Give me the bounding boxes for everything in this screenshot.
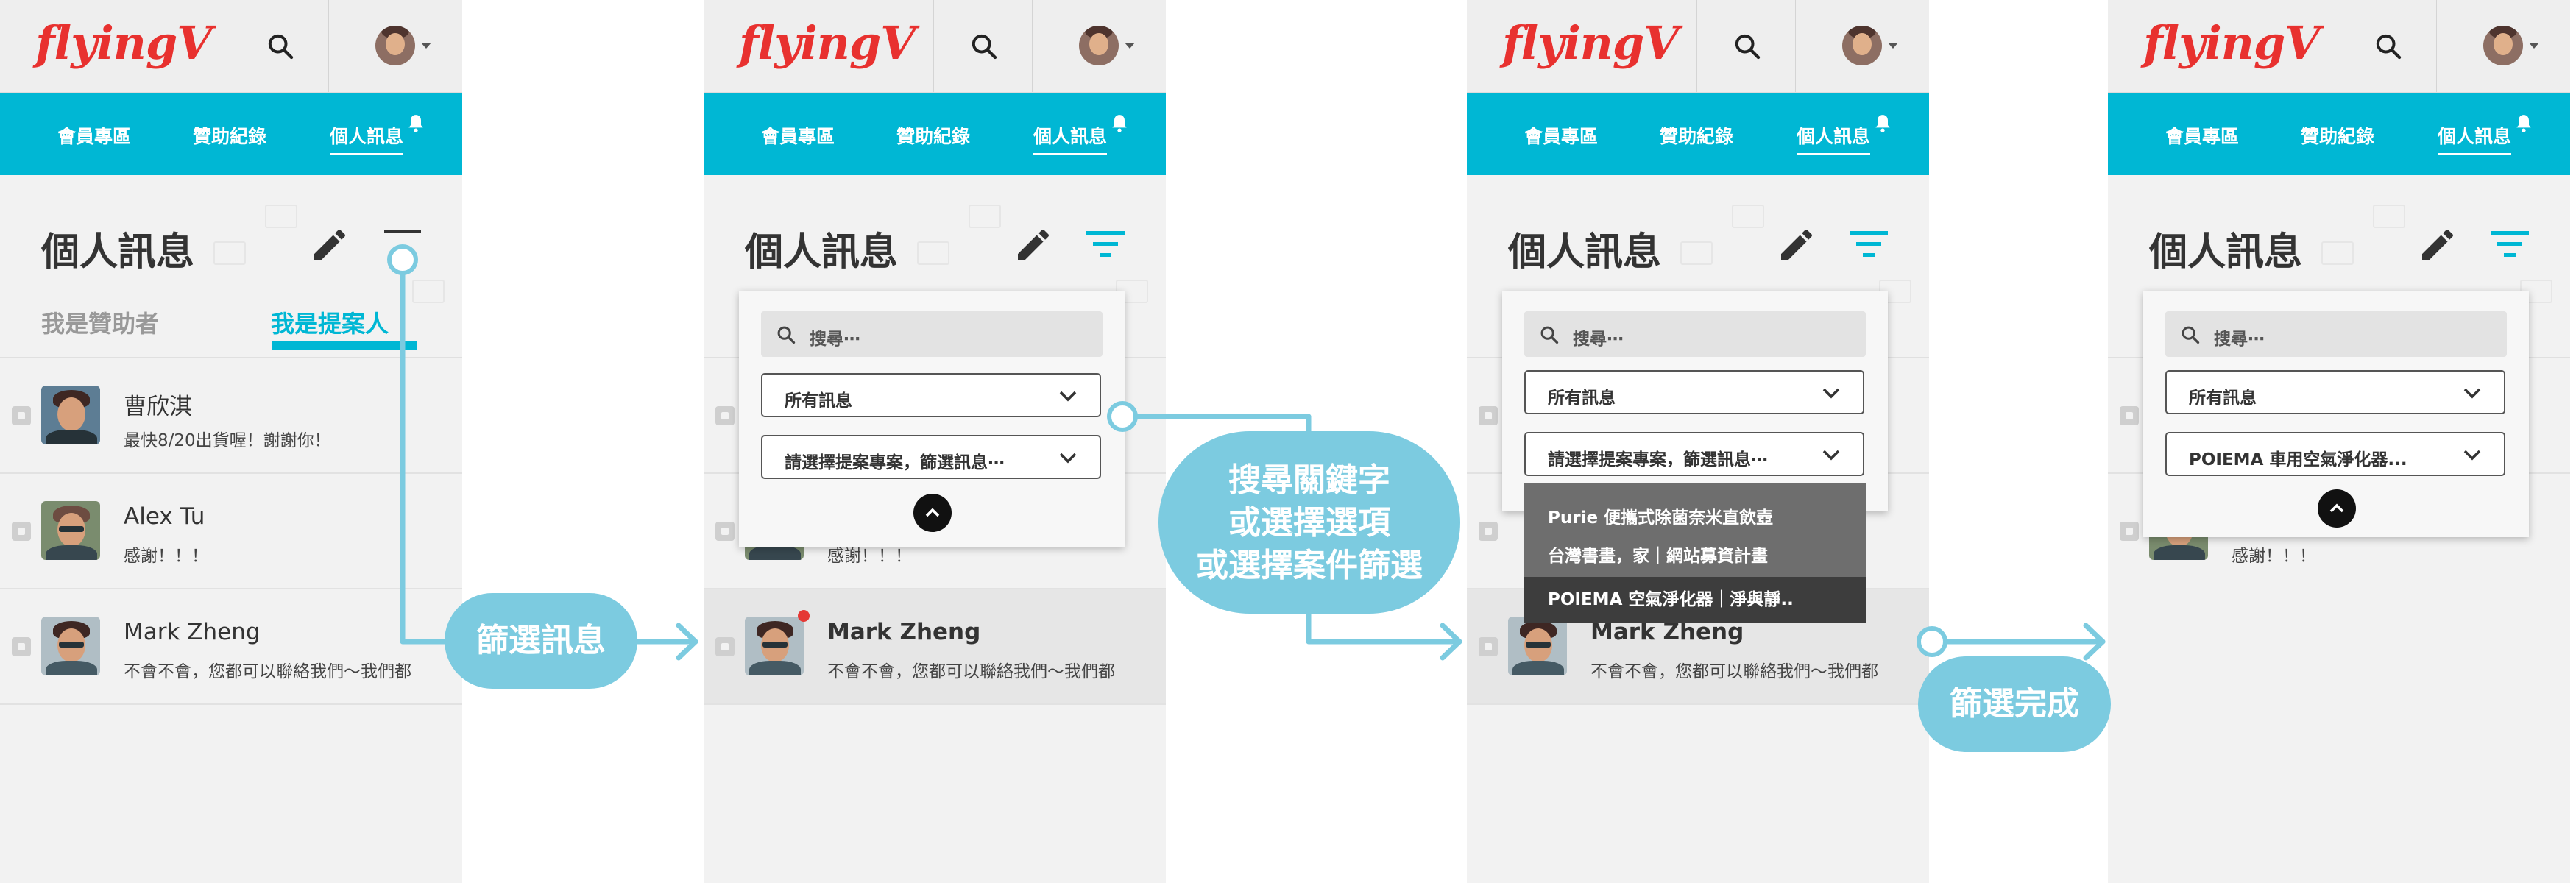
annotation-bubble-search-or-select: 搜尋關鍵字 或選擇選項 或選擇案件篩選 (1158, 431, 1460, 614)
annotation-line: 或選擇選項 (1228, 504, 1390, 542)
flow-line-1 (400, 257, 698, 645)
annotation-line: 搜尋關鍵字 (1228, 461, 1390, 499)
flow-start-dot (387, 244, 418, 275)
flow-start-dot (1917, 626, 1947, 657)
annotation-bubble-filter-done: 篩選完成 (1918, 656, 2111, 752)
annotation-line: 或選擇案件篩選 (1196, 547, 1423, 584)
flow-start-dot (1107, 401, 1138, 432)
annotation-bubble-filter-messages: 篩選訊息 (445, 593, 637, 689)
